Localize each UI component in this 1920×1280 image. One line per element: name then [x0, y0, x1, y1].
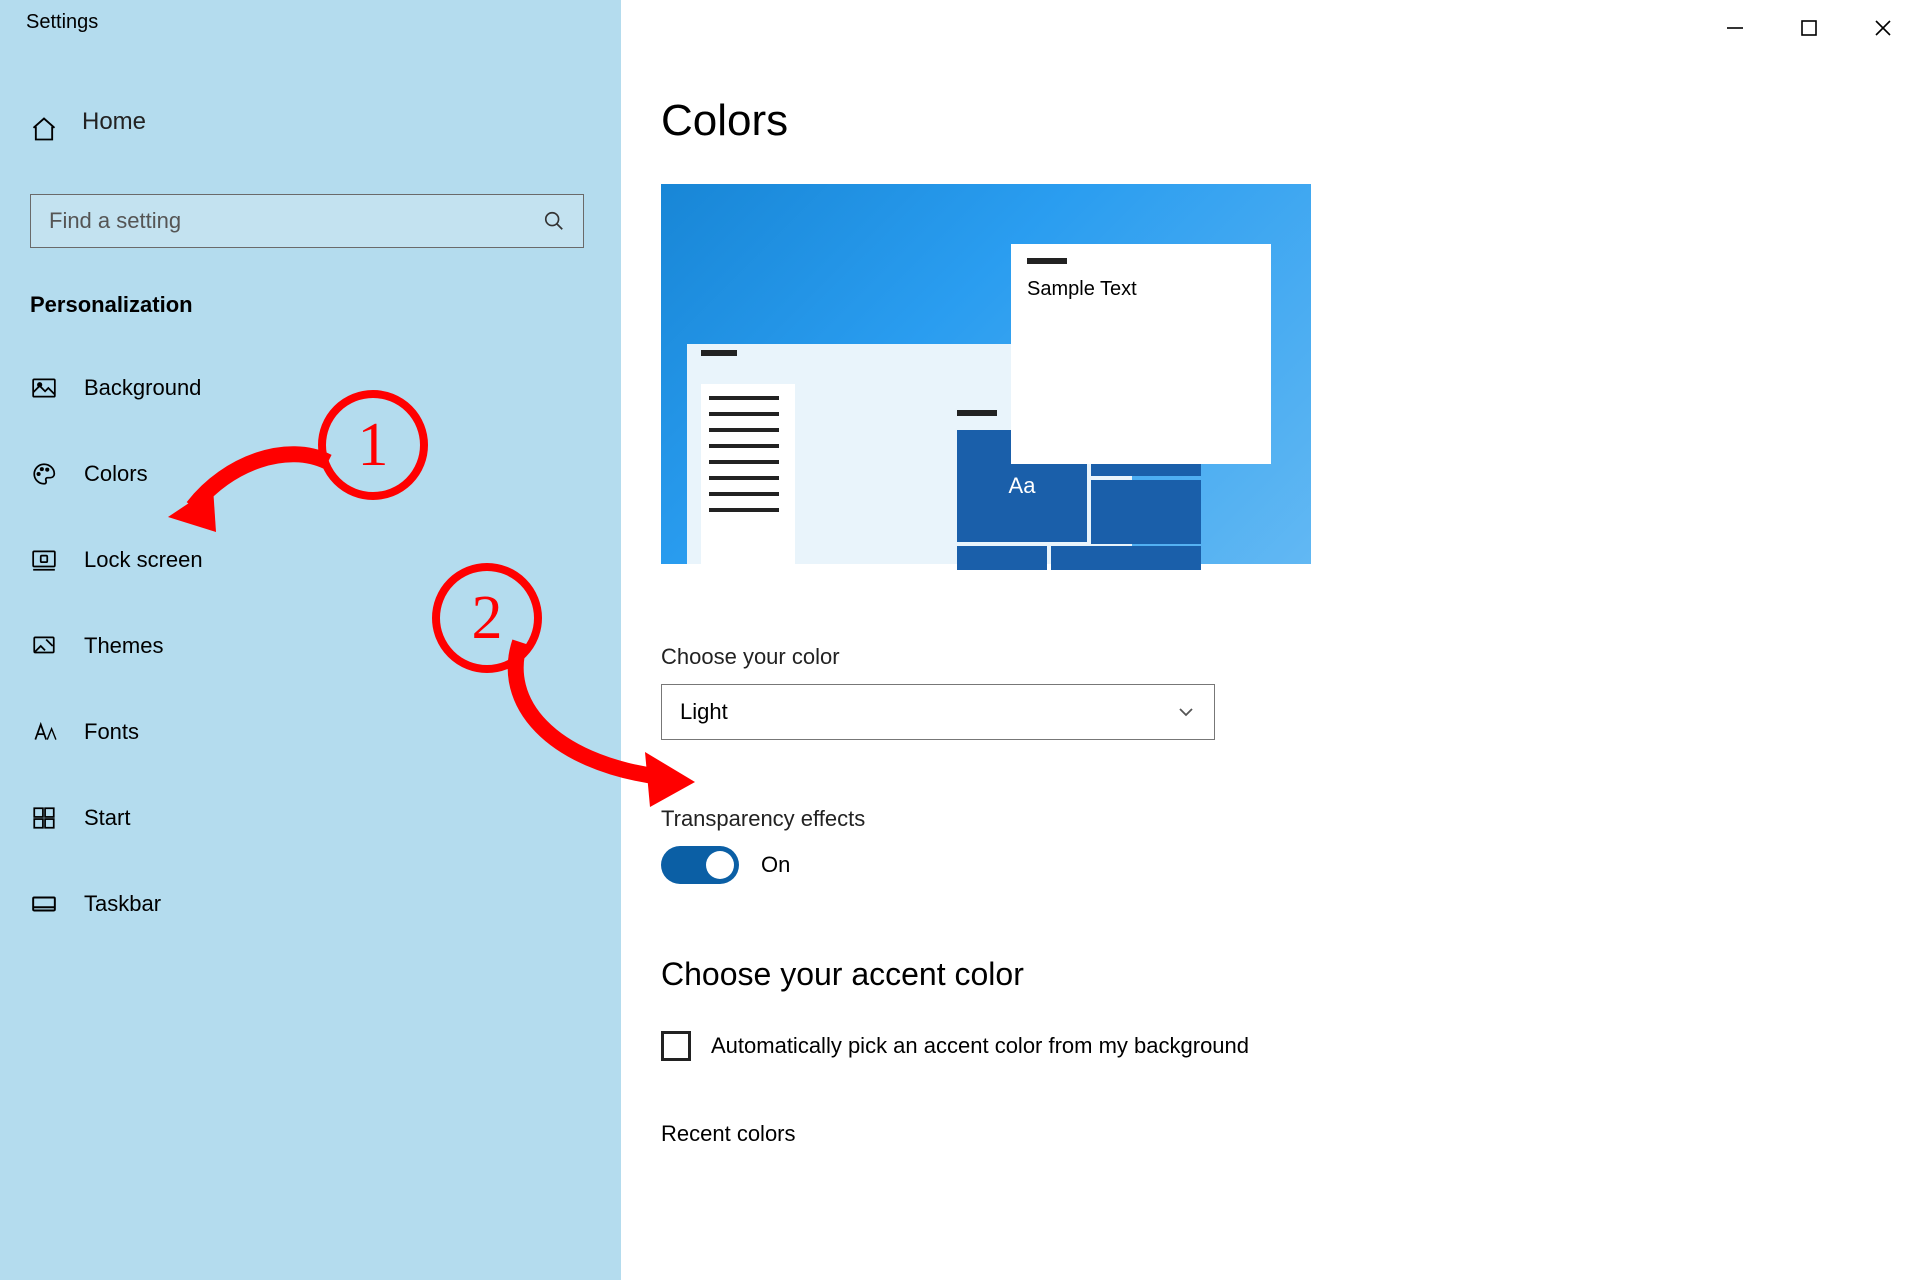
preview-sample-text: Sample Text [1027, 278, 1137, 300]
minimize-icon [1725, 18, 1745, 38]
transparency-label: Transparency effects [661, 806, 1920, 832]
title-bar: Settings [0, 0, 1920, 44]
sidebar-item-label: Start [84, 805, 130, 831]
sidebar-item-background[interactable]: Background [30, 374, 591, 402]
search-icon [543, 210, 565, 232]
chevron-down-icon [1176, 702, 1196, 722]
page-title: Colors [661, 96, 1920, 146]
search-field[interactable] [30, 194, 584, 248]
sidebar-item-lock-screen[interactable]: Lock screen [30, 546, 591, 574]
nav-list: Background Colors Lock screen Themes [30, 374, 591, 918]
auto-accent-label: Automatically pick an accent color from … [711, 1033, 1249, 1059]
accent-heading: Choose your accent color [661, 956, 1920, 993]
home-icon [30, 115, 58, 143]
sidebar-item-label: Background [84, 375, 201, 401]
transparency-toggle[interactable] [661, 846, 739, 884]
sidebar-item-label: Taskbar [84, 891, 161, 917]
home-nav[interactable]: Home [30, 108, 591, 150]
sidebar-item-taskbar[interactable]: Taskbar [30, 890, 591, 918]
home-label: Home [82, 108, 146, 136]
close-icon [1873, 18, 1893, 38]
sidebar-item-fonts[interactable]: Fonts [30, 718, 591, 746]
palette-icon [30, 460, 58, 488]
picture-icon [30, 374, 58, 402]
app-title-text: Settings [26, 11, 98, 34]
app-title: Settings [0, 0, 621, 44]
start-icon [30, 804, 58, 832]
auto-accent-checkbox[interactable] [661, 1031, 691, 1061]
preview-sample-window: Sample Text [1011, 244, 1271, 464]
content-area: Colors Aa [621, 44, 1920, 1280]
sidebar-item-label: Fonts [84, 719, 139, 745]
section-header: Personalization [30, 292, 591, 318]
toggle-knob [706, 851, 734, 879]
choose-color-label: Choose your color [661, 644, 1920, 670]
preview-tile [1091, 480, 1201, 544]
sidebar-item-themes[interactable]: Themes [30, 632, 591, 660]
sidebar-item-label: Themes [84, 633, 163, 659]
color-preview: Aa Sample Text [661, 184, 1311, 564]
sidebar-item-label: Colors [84, 461, 148, 487]
recent-colors-label: Recent colors [661, 1121, 1920, 1147]
auto-accent-row[interactable]: Automatically pick an accent color from … [661, 1031, 1920, 1061]
sidebar-item-label: Lock screen [84, 547, 203, 573]
taskbar-icon [30, 890, 58, 918]
sidebar-item-start[interactable]: Start [30, 804, 591, 832]
search-input[interactable] [49, 208, 543, 234]
fonts-icon [30, 718, 58, 746]
maximize-icon [1799, 18, 1819, 38]
transparency-state: On [761, 852, 790, 878]
choose-color-select[interactable]: Light [661, 684, 1215, 740]
transparency-row: On [661, 846, 1920, 884]
lock-screen-icon [30, 546, 58, 574]
sidebar: Home Personalization Background Colors [0, 44, 621, 1280]
themes-icon [30, 632, 58, 660]
sidebar-item-colors[interactable]: Colors [30, 460, 591, 488]
preview-list-panel [701, 384, 795, 564]
choose-color-value: Light [680, 699, 728, 725]
preview-tile-grid [957, 546, 1201, 598]
